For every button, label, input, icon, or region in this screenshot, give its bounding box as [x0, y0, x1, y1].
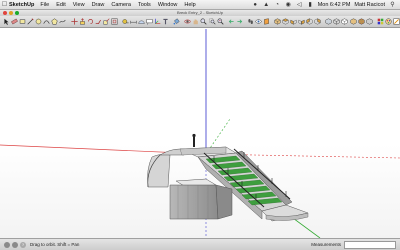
- menu-camera[interactable]: Camera: [111, 2, 131, 8]
- rotate-tool-icon[interactable]: [87, 17, 94, 26]
- help-icon[interactable]: ?: [20, 241, 26, 248]
- left-view-icon[interactable]: [314, 17, 321, 26]
- select-tool-icon[interactable]: [3, 17, 10, 26]
- pan-tool-icon[interactable]: [192, 17, 199, 26]
- apple-menu-icon[interactable]: : [0, 1, 9, 8]
- rectangle-tool-icon[interactable]: [19, 17, 26, 26]
- menubar-user[interactable]: Matt Racicot: [354, 2, 385, 8]
- iso-view-icon[interactable]: [274, 17, 281, 26]
- tape-measure-tool-icon[interactable]: [122, 17, 129, 26]
- follow-me-tool-icon[interactable]: [95, 17, 102, 26]
- minimize-window-icon[interactable]: [9, 11, 13, 15]
- eraser-tool-icon[interactable]: [11, 17, 19, 26]
- top-view-icon[interactable]: [282, 17, 289, 26]
- geo-location-icon[interactable]: [4, 241, 10, 248]
- window-controls: [3, 11, 19, 15]
- styles-icon[interactable]: [393, 17, 400, 26]
- app-menu[interactable]: SketchUp: [9, 2, 34, 8]
- measurements-input[interactable]: [344, 240, 396, 249]
- freehand-tool-icon[interactable]: [59, 17, 67, 26]
- close-window-icon[interactable]: [3, 11, 7, 15]
- monochrome-style-icon[interactable]: [366, 17, 373, 26]
- hidden-line-style-icon[interactable]: [341, 17, 348, 26]
- axes-tool-icon[interactable]: [154, 17, 161, 26]
- protractor-tool-icon[interactable]: [138, 17, 145, 26]
- zoom-window-icon[interactable]: [15, 11, 19, 15]
- status-hint: Drag to orbit. Shift = Pan: [30, 242, 80, 247]
- offset-tool-icon[interactable]: [111, 17, 118, 26]
- bluetooth-icon[interactable]: ▲: [263, 2, 270, 8]
- status-app-icon[interactable]: ●: [252, 2, 259, 8]
- menu-draw[interactable]: Draw: [92, 2, 105, 8]
- walk-tool-icon[interactable]: [247, 17, 254, 26]
- menu-extras: ● ▲ ◔ ◉ ◁ ▮ Mon 6:42 PM Matt Racicot ⚲: [252, 2, 400, 8]
- zoom-extents-tool-icon[interactable]: [217, 17, 224, 26]
- xray-style-icon[interactable]: [325, 17, 332, 26]
- push-pull-tool-icon[interactable]: [79, 17, 86, 26]
- toolbar: [0, 16, 400, 28]
- look-around-tool-icon[interactable]: [255, 17, 262, 26]
- zoom-tool-icon[interactable]: [200, 17, 208, 26]
- menubar-clock[interactable]: Mon 6:42 PM: [318, 2, 351, 8]
- wireframe-style-icon[interactable]: [333, 17, 340, 26]
- menu-help[interactable]: Help: [184, 2, 195, 8]
- zoom-window-tool-icon[interactable]: [209, 17, 216, 26]
- menu-file[interactable]: File: [40, 2, 49, 8]
- menu-tools[interactable]: Tools: [138, 2, 151, 8]
- menu-window[interactable]: Window: [158, 2, 178, 8]
- next-view-icon[interactable]: [236, 17, 243, 26]
- front-view-icon[interactable]: [290, 17, 297, 26]
- time-machine-icon[interactable]: ◔: [274, 2, 281, 8]
- dimension-tool-icon[interactable]: [130, 17, 137, 26]
- battery-icon[interactable]: ▮: [307, 2, 314, 8]
- menu-edit[interactable]: Edit: [56, 2, 65, 8]
- arc-tool-icon[interactable]: [43, 17, 50, 26]
- quarterpipe-surface: [147, 154, 171, 188]
- polygon-tool-icon[interactable]: [51, 17, 58, 26]
- 3d-text-tool-icon[interactable]: [162, 17, 169, 26]
- measurements-label: Measurements: [311, 242, 341, 247]
- previous-view-icon[interactable]: [228, 17, 235, 26]
- components-icon[interactable]: [377, 17, 384, 26]
- section-plane-tool-icon[interactable]: [263, 17, 270, 26]
- scale-tool-icon[interactable]: [103, 17, 110, 26]
- text-tool-icon[interactable]: [146, 17, 153, 26]
- menu-view[interactable]: View: [73, 2, 85, 8]
- scale-figure: [192, 133, 196, 147]
- volume-icon[interactable]: ◁: [296, 2, 303, 8]
- credits-icon[interactable]: [12, 241, 18, 248]
- menu-bar:  SketchUp File Edit View Draw Camera To…: [0, 0, 400, 10]
- spotlight-icon[interactable]: ⚲: [389, 2, 396, 8]
- back-view-icon[interactable]: [306, 17, 313, 26]
- orbit-tool-icon[interactable]: [184, 17, 191, 26]
- status-icons: ?: [4, 241, 26, 248]
- status-bar: ? Drag to orbit. Shift = Pan Measurement…: [0, 238, 400, 250]
- paint-bucket-tool-icon[interactable]: [173, 17, 180, 26]
- front-box-face: [169, 184, 219, 220]
- right-view-icon[interactable]: [298, 17, 305, 26]
- model-canvas[interactable]: [0, 29, 400, 238]
- window-title: Breck Entry_2 - SketchUp: [176, 10, 224, 15]
- shaded-textures-style-icon[interactable]: [358, 17, 365, 26]
- move-tool-icon[interactable]: [70, 17, 78, 26]
- front-box-side: [215, 184, 233, 220]
- materials-icon[interactable]: [385, 17, 392, 26]
- shaded-style-icon[interactable]: [350, 17, 357, 26]
- model-viewport[interactable]: [0, 29, 400, 238]
- wifi-icon[interactable]: ◉: [285, 2, 292, 8]
- circle-tool-icon[interactable]: [35, 17, 42, 26]
- line-tool-icon[interactable]: [27, 17, 34, 26]
